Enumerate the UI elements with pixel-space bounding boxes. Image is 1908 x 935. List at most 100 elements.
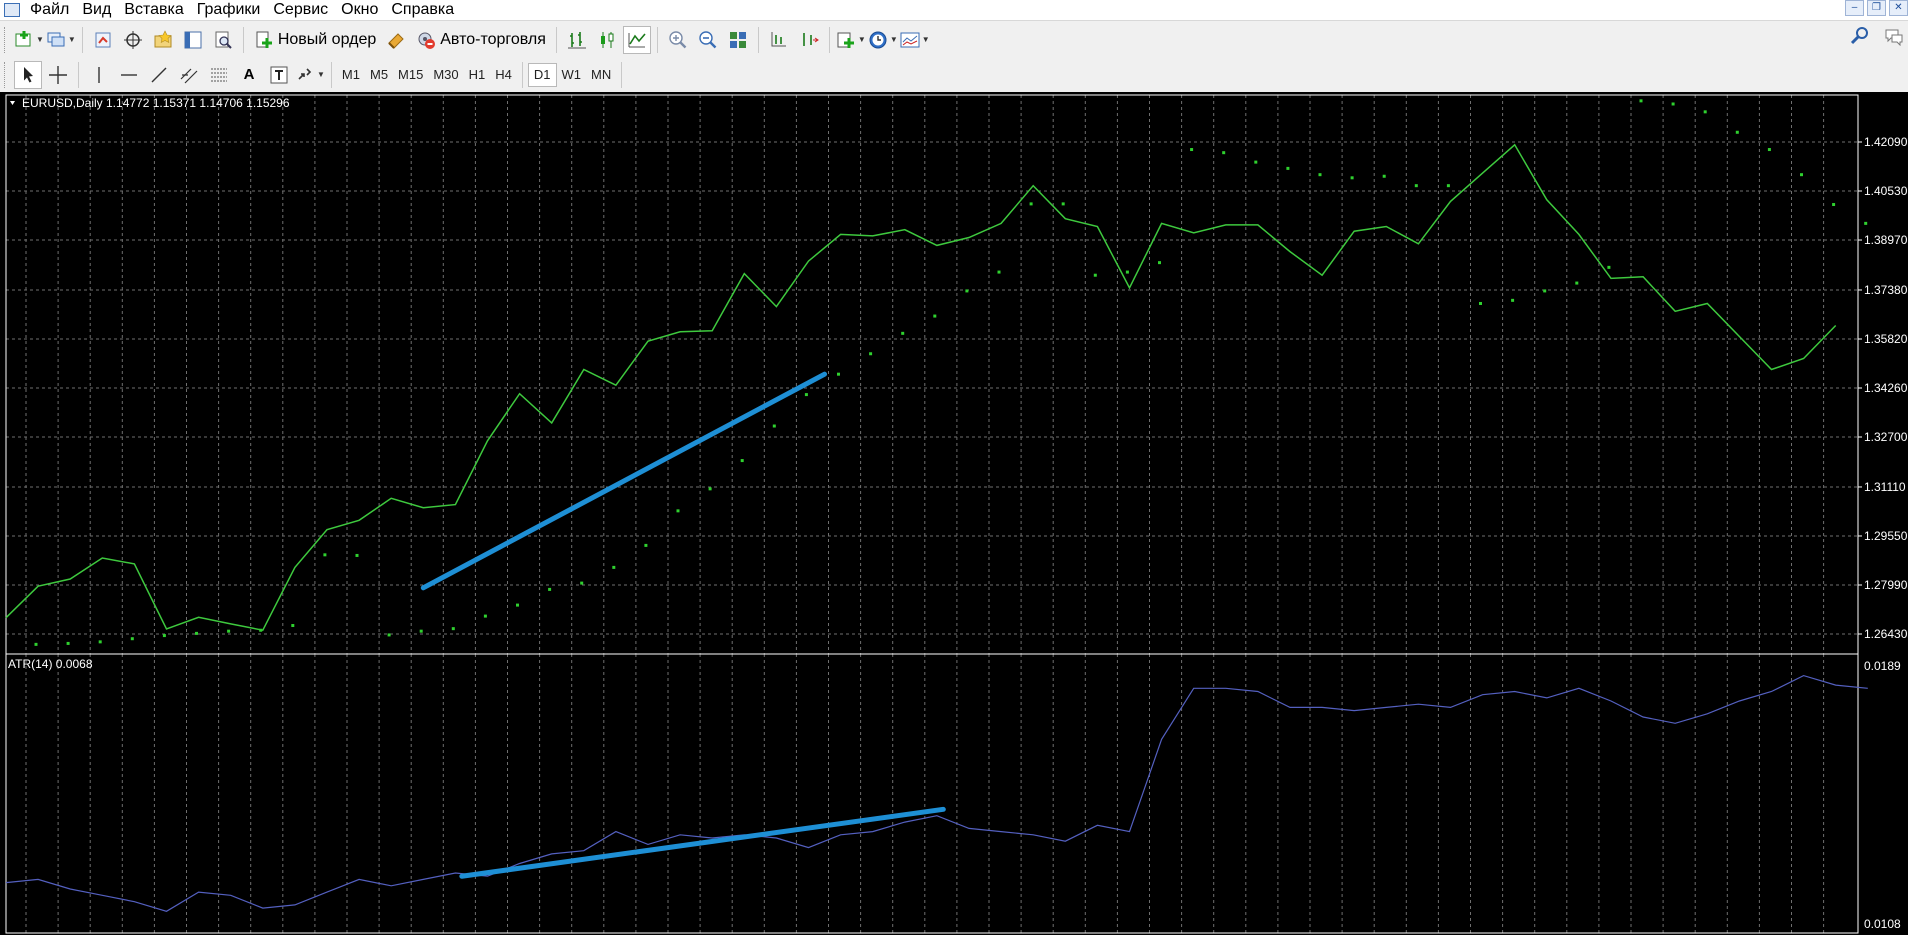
sar-dot [1286,166,1290,170]
main-plot-frame [5,94,1859,655]
chart-shift-button[interactable] [765,26,793,54]
separator [621,61,623,88]
sar-dot [1029,202,1033,206]
fibonacci-icon [209,65,229,85]
sar-dot [451,627,455,631]
sar-dot [291,624,295,628]
sar-dot [612,565,616,569]
templates-button[interactable]: ▼ [900,26,930,54]
price-tick-label: 1.35820 [1864,332,1908,346]
menu-charts[interactable]: Графики [197,0,274,20]
timeframe-w1[interactable]: W1 [557,63,587,87]
atr-line [5,674,1868,912]
timeframe-mn[interactable]: MN [586,63,616,87]
timeframe-m5[interactable]: M5 [365,63,393,87]
menu-bar: Файл Вид Вставка Графики Сервис Окно Спр… [0,0,1908,20]
search-icon[interactable] [1850,26,1870,46]
navigator-button[interactable] [149,26,177,54]
text-label-button[interactable] [265,61,293,89]
autoscroll-button[interactable] [795,26,823,54]
profiles-button[interactable]: ▼ [46,26,76,54]
zoom-in-button[interactable] [664,26,692,54]
equidistant-channel-button[interactable] [175,61,203,89]
timeframe-h4[interactable]: H4 [490,63,517,87]
line-chart-button[interactable] [622,25,651,54]
sar-dot [162,634,166,638]
price-tick-label: 1.38970 [1864,233,1908,247]
cursor-button[interactable] [14,60,42,89]
trendline-button[interactable] [145,61,173,89]
drawing-toolbar: A ▼ M1 M5 M15 M30 H1 H4 D1 W1 MN [0,57,1908,92]
chart-header: EURUSD,Daily 1.14772 1.15371 1.14706 1.1… [22,96,290,110]
periods-button[interactable]: ▼ [868,26,898,54]
indicators-button[interactable]: ▼ [836,26,866,54]
menu-insert[interactable]: Вставка [124,0,196,20]
horizontal-line-button[interactable] [115,61,143,89]
app-icon[interactable] [4,3,20,17]
terminal-button[interactable] [179,26,207,54]
horizontal-line-icon [119,65,139,85]
sar-dot [901,331,905,335]
menu-view[interactable]: Вид [82,0,124,20]
chat-icon[interactable] [1884,26,1904,46]
price-tick-label: 1.29550 [1864,529,1908,543]
chart-menu-triangle-icon[interactable] [10,101,15,105]
vertical-line-button[interactable] [85,61,113,89]
chart-canvas[interactable]: 1.42090 1.40530 1.38970 1.37380 1.35820 1.342… [0,92,1908,935]
candlestick-button[interactable] [593,26,621,54]
toolbar-grip[interactable] [4,26,9,53]
timeframe-m15[interactable]: M15 [393,63,428,87]
trendline-icon [149,65,169,85]
menu-window[interactable]: Окно [341,0,391,20]
restore-button[interactable]: ❐ [1867,0,1886,16]
sar-dot [933,314,937,318]
right-tools [1850,26,1904,46]
chart-window[interactable]: 1.42090 1.40530 1.38970 1.37380 1.35820 1.342… [0,92,1908,935]
text-label-icon [269,65,289,85]
sar-dot [227,629,231,633]
timeframe-m1[interactable]: M1 [337,63,365,87]
sar-dot [1479,301,1482,305]
sar-dot [997,270,1001,274]
strategy-tester-button[interactable] [209,26,237,54]
new-chart-button[interactable]: ▼ [14,26,44,54]
separator [555,26,557,53]
timeframe-m30[interactable]: M30 [428,63,463,87]
data-window-button[interactable] [119,26,147,54]
sar-dot [1125,270,1129,274]
new-order-icon [254,30,274,50]
toolbar-grip[interactable] [4,61,9,88]
sar-dot [34,642,38,646]
sar-dot [548,587,552,591]
price-tick-label: 1.32700 [1864,430,1908,444]
menu-help[interactable]: Справка [391,0,467,20]
new-order-button[interactable]: Новый ордер [250,26,380,54]
close-button[interactable]: ✕ [1889,0,1908,16]
timeframe-d1[interactable]: D1 [527,62,557,87]
crosshair-button[interactable] [44,61,72,89]
sar-dot [1158,261,1161,265]
arrows-button[interactable]: ▼ [295,61,325,89]
bar-chart-icon [567,30,587,50]
sar-dot [259,628,263,632]
minimize-button[interactable]: – [1845,0,1864,16]
timeframe-h1[interactable]: H1 [464,63,491,87]
autotrading-button[interactable]: Авто-торговля [412,26,550,54]
bar-chart-button[interactable] [563,26,591,54]
sar-dot [676,509,680,513]
sar-dot [1222,151,1226,155]
menu-file[interactable]: Файл [30,0,82,20]
price-tick-label: 1.37380 [1864,283,1908,297]
price-tick-label: 1.34260 [1864,381,1908,395]
vertical-line-icon [89,65,109,85]
tile-windows-button[interactable] [724,26,752,54]
fibonacci-button[interactable] [205,61,233,89]
sar-dot [1639,99,1643,103]
menu-tools[interactable]: Сервис [273,0,341,20]
text-button[interactable]: A [235,61,263,89]
sar-dot [1511,298,1515,302]
tile-windows-icon [728,30,748,50]
metaeditor-button[interactable] [382,26,410,54]
market-watch-button[interactable] [89,26,117,54]
zoom-out-button[interactable] [694,26,722,54]
